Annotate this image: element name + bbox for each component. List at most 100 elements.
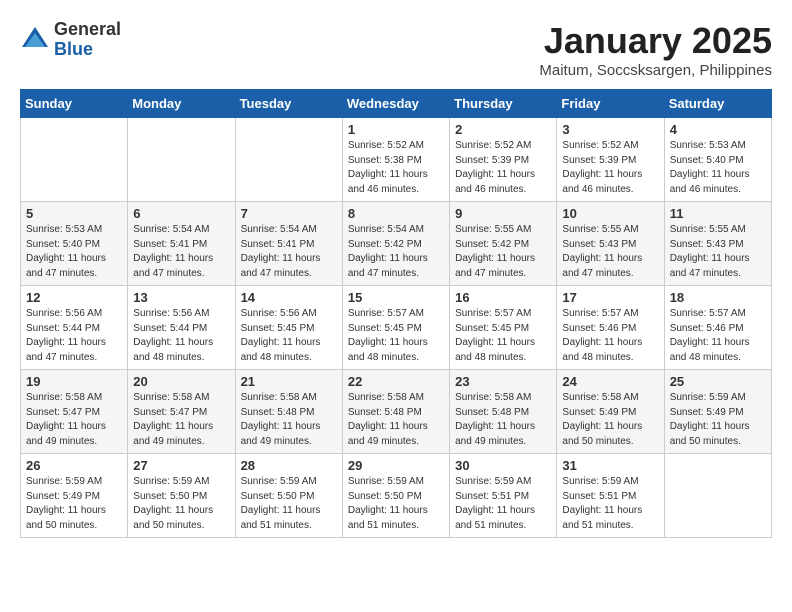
day-number: 9 <box>455 206 551 221</box>
table-row: 31 Sunrise: 5:59 AM Sunset: 5:51 PM Dayli… <box>557 454 664 538</box>
day-number: 7 <box>241 206 337 221</box>
day-info: Sunrise: 5:58 AM Sunset: 5:48 PM Dayligh… <box>455 391 551 449</box>
table-row: 14 Sunrise: 5:56 AM Sunset: 5:45 PM Dayli… <box>235 286 342 370</box>
table-row: 1 Sunrise: 5:52 AM Sunset: 5:38 PM Daylig… <box>342 118 449 202</box>
day-number: 21 <box>241 374 337 389</box>
day-info: Sunrise: 5:58 AM Sunset: 5:49 PM Dayligh… <box>562 391 658 449</box>
day-info: Sunrise: 5:52 AM Sunset: 5:39 PM Dayligh… <box>455 139 551 197</box>
table-row: 16 Sunrise: 5:57 AM Sunset: 5:45 PM Dayli… <box>450 286 557 370</box>
table-row: 12Sunrise: 5:56 AM Sunset: 5:44 PM Dayli… <box>21 286 128 370</box>
day-info: Sunrise: 5:59 AM Sunset: 5:50 PM Dayligh… <box>348 475 444 533</box>
day-info: Sunrise: 5:58 AM Sunset: 5:47 PM Dayligh… <box>26 391 122 449</box>
day-number: 23 <box>455 374 551 389</box>
calendar-week-row: 19 Sunrise: 5:58 AM Sunset: 5:47 PM Dayli… <box>21 370 772 454</box>
day-info: Sunrise: 5:58 AM Sunset: 5:47 PM Dayligh… <box>133 391 229 449</box>
day-info: Sunrise: 5:58 AM Sunset: 5:48 PM Dayligh… <box>241 391 337 449</box>
month-title: January 2025 <box>539 20 772 62</box>
day-number: 18 <box>670 290 766 305</box>
day-number: 15 <box>348 290 444 305</box>
day-info: Sunrise: 5:52 AM Sunset: 5:39 PM Dayligh… <box>562 139 658 197</box>
calendar-week-row: 1 Sunrise: 5:52 AM Sunset: 5:38 PM Daylig… <box>21 118 772 202</box>
table-row: 7 Sunrise: 5:54 AM Sunset: 5:41 PM Daylig… <box>235 202 342 286</box>
day-number: 24 <box>562 374 658 389</box>
table-row: 22 Sunrise: 5:58 AM Sunset: 5:48 PM Dayli… <box>342 370 449 454</box>
table-row: 18 Sunrise: 5:57 AM Sunset: 5:46 PM Dayli… <box>664 286 771 370</box>
day-number: 26 <box>26 458 122 473</box>
day-info: Sunrise: 5:55 AM Sunset: 5:43 PM Dayligh… <box>562 223 658 281</box>
day-number: 10 <box>562 206 658 221</box>
day-info: Sunrise: 5:55 AM Sunset: 5:42 PM Dayligh… <box>455 223 551 281</box>
day-info: Sunrise: 5:59 AM Sunset: 5:51 PM Dayligh… <box>455 475 551 533</box>
table-row: 9 Sunrise: 5:55 AM Sunset: 5:42 PM Daylig… <box>450 202 557 286</box>
day-info: Sunrise: 5:59 AM Sunset: 5:49 PM Dayligh… <box>26 475 122 533</box>
weekday-header: Wednesday <box>342 90 449 118</box>
table-row: 28 Sunrise: 5:59 AM Sunset: 5:50 PM Dayli… <box>235 454 342 538</box>
day-info: Sunrise: 5:56 AM Sunset: 5:45 PM Dayligh… <box>241 307 337 365</box>
day-info: Sunrise: 5:57 AM Sunset: 5:45 PM Dayligh… <box>455 307 551 365</box>
day-number: 27 <box>133 458 229 473</box>
table-row: 11Sunrise: 5:55 AM Sunset: 5:43 PM Dayli… <box>664 202 771 286</box>
day-number: 2 <box>455 122 551 137</box>
table-row: 8 Sunrise: 5:54 AM Sunset: 5:42 PM Daylig… <box>342 202 449 286</box>
title-block: January 2025 Maitum, Soccsksargen, Phili… <box>539 20 772 79</box>
table-row: 25 Sunrise: 5:59 AM Sunset: 5:49 PM Dayli… <box>664 370 771 454</box>
day-number: 12 <box>26 290 122 305</box>
logo-icon <box>20 25 50 55</box>
day-info: Sunrise: 5:56 AM Sunset: 5:44 PM Dayligh… <box>133 307 229 365</box>
table-row <box>664 454 771 538</box>
day-number: 17 <box>562 290 658 305</box>
day-number: 22 <box>348 374 444 389</box>
weekday-row: SundayMondayTuesdayWednesdayThursdayFrid… <box>21 90 772 118</box>
day-number: 20 <box>133 374 229 389</box>
day-number: 25 <box>670 374 766 389</box>
day-number: 31 <box>562 458 658 473</box>
calendar-week-row: 5Sunrise: 5:53 AM Sunset: 5:40 PM Daylig… <box>21 202 772 286</box>
day-number: 30 <box>455 458 551 473</box>
day-info: Sunrise: 5:59 AM Sunset: 5:50 PM Dayligh… <box>133 475 229 533</box>
day-info: Sunrise: 5:57 AM Sunset: 5:45 PM Dayligh… <box>348 307 444 365</box>
day-number: 13 <box>133 290 229 305</box>
day-info: Sunrise: 5:54 AM Sunset: 5:42 PM Dayligh… <box>348 223 444 281</box>
day-number: 8 <box>348 206 444 221</box>
table-row: 27 Sunrise: 5:59 AM Sunset: 5:50 PM Dayli… <box>128 454 235 538</box>
table-row: 23 Sunrise: 5:58 AM Sunset: 5:48 PM Dayli… <box>450 370 557 454</box>
weekday-header: Tuesday <box>235 90 342 118</box>
day-info: Sunrise: 5:54 AM Sunset: 5:41 PM Dayligh… <box>133 223 229 281</box>
weekday-header: Friday <box>557 90 664 118</box>
day-number: 29 <box>348 458 444 473</box>
logo: General Blue <box>20 20 121 60</box>
day-number: 28 <box>241 458 337 473</box>
table-row: 19 Sunrise: 5:58 AM Sunset: 5:47 PM Dayli… <box>21 370 128 454</box>
calendar-week-row: 26 Sunrise: 5:59 AM Sunset: 5:49 PM Dayli… <box>21 454 772 538</box>
calendar-header: SundayMondayTuesdayWednesdayThursdayFrid… <box>21 90 772 118</box>
day-info: Sunrise: 5:52 AM Sunset: 5:38 PM Dayligh… <box>348 139 444 197</box>
day-info: Sunrise: 5:59 AM Sunset: 5:51 PM Dayligh… <box>562 475 658 533</box>
logo-blue: Blue <box>54 40 121 60</box>
day-number: 6 <box>133 206 229 221</box>
weekday-header: Thursday <box>450 90 557 118</box>
day-info: Sunrise: 5:55 AM Sunset: 5:43 PM Dayligh… <box>670 223 766 281</box>
day-info: Sunrise: 5:58 AM Sunset: 5:48 PM Dayligh… <box>348 391 444 449</box>
day-number: 16 <box>455 290 551 305</box>
table-row: 30 Sunrise: 5:59 AM Sunset: 5:51 PM Dayli… <box>450 454 557 538</box>
location: Maitum, Soccsksargen, Philippines <box>539 62 772 79</box>
day-info: Sunrise: 5:57 AM Sunset: 5:46 PM Dayligh… <box>670 307 766 365</box>
day-info: Sunrise: 5:53 AM Sunset: 5:40 PM Dayligh… <box>670 139 766 197</box>
table-row: 29 Sunrise: 5:59 AM Sunset: 5:50 PM Dayli… <box>342 454 449 538</box>
day-number: 1 <box>348 122 444 137</box>
table-row: 4Sunrise: 5:53 AM Sunset: 5:40 PM Daylig… <box>664 118 771 202</box>
calendar-week-row: 12 Sunrise: 5:56 AM Sunset: 5:44 PM Dayli… <box>21 286 772 370</box>
page-header: General Blue January 2025 Maitum, Soccsk… <box>20 20 772 79</box>
day-number: 5 <box>26 206 122 221</box>
day-info: Sunrise: 5:54 AM Sunset: 5:41 PM Dayligh… <box>241 223 337 281</box>
table-row: 5Sunrise: 5:53 AM Sunset: 5:40 PM Daylig… <box>21 202 128 286</box>
logo-general: General <box>54 20 121 40</box>
table-row: 3Sunrise: 5:52 AM Sunset: 5:39 PM Daylig… <box>557 118 664 202</box>
day-info: Sunrise: 5:59 AM Sunset: 5:49 PM Dayligh… <box>670 391 766 449</box>
table-row: 17Sunrise: 5:57 AM Sunset: 5:46 PM Dayli… <box>557 286 664 370</box>
day-info: Sunrise: 5:59 AM Sunset: 5:50 PM Dayligh… <box>241 475 337 533</box>
calendar-table: SundayMondayTuesdayWednesdayThursdayFrid… <box>20 89 772 538</box>
table-row: 24 Sunrise: 5:58 AM Sunset: 5:49 PM Dayli… <box>557 370 664 454</box>
day-number: 14 <box>241 290 337 305</box>
day-number: 19 <box>26 374 122 389</box>
